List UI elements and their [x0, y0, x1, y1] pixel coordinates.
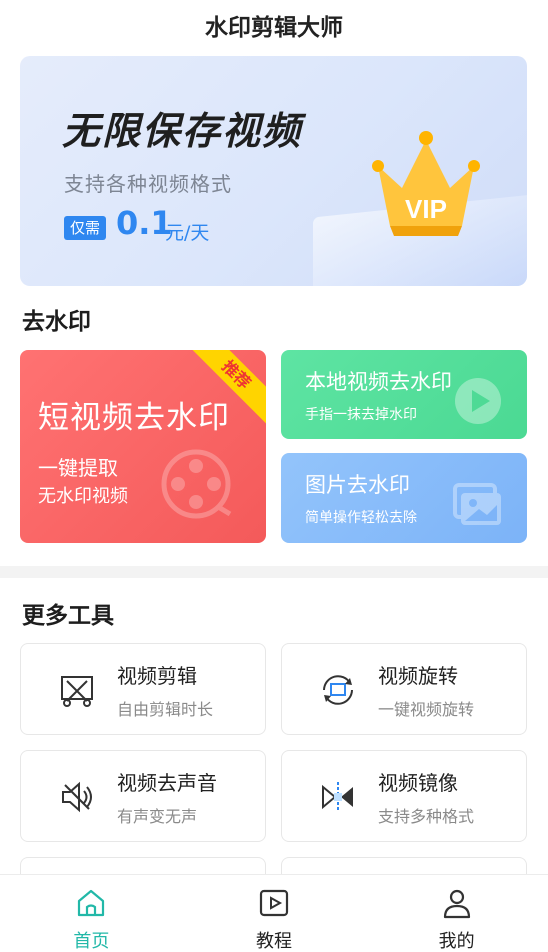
banner-subtitle: 支持各种视频格式 [64, 172, 232, 196]
local-video-remove-card[interactable]: 本地视频去水印 手指一抹去掉水印 [281, 350, 527, 439]
section-divider [0, 566, 548, 578]
video-icon [259, 889, 289, 917]
image-remove-desc: 简单操作轻松去除 [305, 510, 417, 526]
tool-desc: 有声变无声 [117, 807, 198, 826]
vip-banner[interactable]: 无限保存视频 支持各种视频格式 仅需 0.1 元/天 VIP [20, 56, 527, 286]
short-video-line1: 一键提取 [38, 456, 118, 480]
local-video-title: 本地视频去水印 [305, 370, 452, 394]
remove-watermark-title: 去水印 [22, 309, 91, 335]
image-icon [453, 483, 501, 525]
mute-icon [62, 781, 92, 813]
scissors-icon [61, 676, 93, 707]
tool-name: 视频镜像 [378, 771, 458, 795]
rotate-icon [323, 675, 353, 705]
user-icon [443, 889, 470, 919]
local-video-desc: 手指一抹去掉水印 [305, 407, 417, 423]
image-remove-card[interactable]: 图片去水印 简单操作轻松去除 [281, 453, 527, 543]
tab-label: 首页 [73, 931, 110, 952]
more-tools-title: 更多工具 [22, 603, 114, 629]
mirror-icon [322, 782, 353, 812]
tool-video-rotate[interactable]: 视频旋转 一键视频旋转 [281, 643, 527, 735]
tab-label: 教程 [256, 931, 292, 952]
short-video-line2: 无水印视频 [38, 486, 128, 507]
tool-desc: 自由剪辑时长 [117, 700, 214, 719]
tool-video-mirror[interactable]: 视频镜像 支持多种格式 [281, 750, 527, 842]
tool-name: 视频剪辑 [117, 664, 197, 688]
tool-video-cut[interactable]: 视频剪辑 自由剪辑时长 [20, 643, 266, 735]
vip-crown-icon: VIP [372, 131, 480, 236]
tool-name: 视频旋转 [378, 664, 458, 688]
tool-desc: 一键视频旋转 [378, 700, 475, 719]
tool-video-mute[interactable]: 视频去声音 有声变无声 [20, 750, 266, 842]
app-title: 水印剪辑大师 [205, 15, 343, 41]
price-tag: 仅需 [64, 216, 107, 240]
tab-tutorial[interactable]: 教程 [183, 875, 366, 952]
banner-headline: 无限保存视频 [62, 109, 303, 153]
vip-text: VIP [405, 194, 447, 224]
short-video-title: 短视频去水印 [38, 400, 230, 436]
play-icon [455, 378, 501, 424]
film-reel-icon [161, 449, 232, 519]
short-video-remove-card[interactable]: 推荐 短视频去水印 一键提取 无水印视频 [20, 350, 266, 543]
price-unit: 元/天 [165, 222, 210, 244]
tab-label: 我的 [438, 931, 475, 952]
tool-desc: 支持多种格式 [378, 807, 475, 826]
image-remove-title: 图片去水印 [305, 473, 410, 497]
tab-home[interactable]: 首页 [0, 875, 183, 952]
app-header: 水印剪辑大师 [0, 0, 548, 50]
tab-mine[interactable]: 我的 [365, 875, 548, 952]
bottom-tab-bar: 首页 教程 我的 [0, 874, 548, 952]
home-icon [78, 889, 105, 917]
tool-name: 视频去声音 [117, 771, 217, 795]
